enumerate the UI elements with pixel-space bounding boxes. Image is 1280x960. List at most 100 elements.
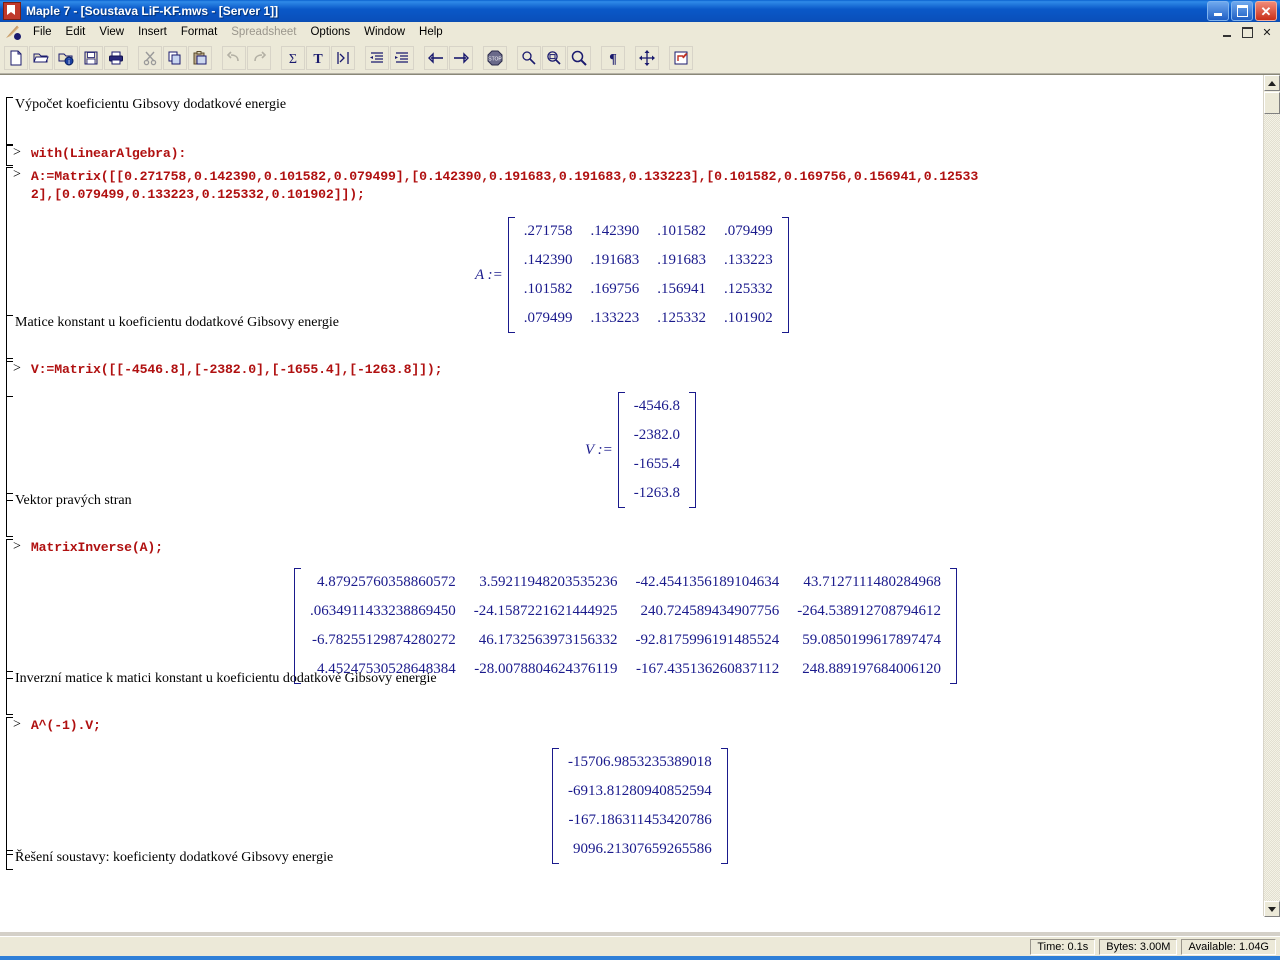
matrix-left-bracket (617, 392, 625, 508)
svg-text:Σ: Σ (289, 52, 297, 66)
menu-format[interactable]: Format (174, 24, 224, 40)
cell: -167.186311453420786 (568, 812, 712, 828)
cell: -1263.8 (633, 485, 681, 501)
execute-prompt-icon[interactable] (331, 45, 355, 70)
toolbar-separator (474, 46, 483, 70)
horizontal-scroll-strip[interactable] (0, 916, 1264, 932)
cell: 4.87925760358860572 (316, 574, 456, 590)
table-row: .101582 .169756 .156941 .125332 (515, 275, 782, 304)
matrix-right-bracket (781, 217, 789, 333)
scroll-down-button[interactable] (1264, 901, 1280, 917)
new-document-icon[interactable] (4, 45, 28, 70)
table-row: .271758 .142390 .101582 .079499 (515, 217, 782, 246)
zoom-out-icon[interactable] (517, 45, 541, 70)
close-icon: ✕ (1260, 3, 1272, 19)
cell: .142390 (590, 223, 640, 239)
toolbar-separator (415, 46, 424, 70)
stop-icon[interactable]: STOP (483, 45, 507, 70)
input-line-matrix-a-2[interactable]: 2],[0.079499,0.133223,0.125332,0.101902]… (31, 187, 365, 202)
taskbar-strip (0, 956, 1280, 960)
cell: .156941 (657, 281, 707, 297)
save-icon[interactable] (79, 45, 103, 70)
menu-options[interactable]: Options (303, 24, 357, 40)
text-reseni-soustavy: Řešení soustavy: koeficienty dodatkové G… (15, 850, 334, 865)
show-paragraph-marks-icon[interactable]: ¶ (601, 45, 625, 70)
document-window-controls: ✕ (1220, 25, 1274, 39)
menu-edit[interactable]: Edit (59, 24, 93, 40)
cell: .079499 (523, 310, 573, 326)
input-line-with-linearalgebra[interactable]: with(LinearAlgebra): (31, 145, 186, 162)
input-prompt: > (13, 539, 21, 554)
back-arrow-icon[interactable] (424, 45, 448, 70)
cell: 43.7127111480284968 (803, 574, 941, 590)
text-matice-konstant: Matice konstant u koeficientu dodatkové … (15, 315, 339, 330)
toolbar-separator (508, 46, 517, 70)
sigma-math-input-icon[interactable]: Σ (281, 45, 305, 70)
matrix-v-label: V := (585, 441, 613, 458)
toolbar-separator (626, 46, 635, 70)
table-row: -1263.8 (625, 479, 689, 508)
menu-view[interactable]: View (92, 24, 131, 40)
scrollbar-track[interactable] (1264, 114, 1280, 901)
title-bar: Maple 7 - [Soustava LiF-KF.mws - [Server… (0, 0, 1280, 23)
window-controls: ✕ (1207, 1, 1277, 21)
input-line-matrix-a-1[interactable]: A:=Matrix([[0.271758,0.142390,0.101582,0… (31, 169, 978, 184)
menu-spreadsheet: Spreadsheet (231, 26, 297, 38)
cell: .133223 (590, 310, 640, 326)
copy-icon[interactable] (163, 45, 187, 70)
move-resize-icon[interactable] (635, 45, 659, 70)
input-line-matrixinverse[interactable]: MatrixInverse(A); (31, 539, 163, 556)
document-restore-button[interactable] (1240, 25, 1254, 39)
unindent-icon[interactable] (365, 45, 389, 70)
solution-vector-table: -15706.9853235389018 -6913.8128094085259… (559, 748, 721, 864)
export-icon[interactable] (669, 45, 693, 70)
redo-icon (247, 45, 271, 70)
indent-icon[interactable] (390, 45, 414, 70)
cell: .125332 (657, 310, 707, 326)
document-area: Výpočet koeficientu Gibsovy dodatkové en… (0, 74, 1280, 932)
table-row: -2382.0 (625, 421, 689, 450)
toolbar-separator (356, 46, 365, 70)
menu-help[interactable]: Help (412, 24, 450, 40)
menu-window[interactable]: Window (357, 24, 412, 40)
cell: -15706.9853235389018 (568, 754, 712, 770)
table-row: -1655.4 (625, 450, 689, 479)
scrollbar-thumb[interactable] (1264, 92, 1280, 114)
minimize-button[interactable] (1207, 1, 1229, 21)
input-prompt: > (13, 717, 21, 732)
table-row: .0634911433238869450 -24.158722162144492… (301, 597, 950, 626)
paste-icon[interactable] (188, 45, 212, 70)
cell: -2382.0 (633, 427, 681, 443)
cell: -6.78255129874280272 (311, 632, 456, 648)
vertical-scrollbar[interactable] (1263, 75, 1280, 917)
input-prompt: > (13, 145, 21, 160)
cut-icon[interactable] (138, 45, 162, 70)
zoom-fit-icon[interactable] (542, 45, 566, 70)
scroll-up-button[interactable] (1264, 75, 1280, 91)
input-line-solve[interactable]: A^(-1).V; (31, 717, 101, 734)
matrix-right-bracket (949, 568, 957, 684)
text-input-icon[interactable]: T (306, 45, 330, 70)
maximize-button[interactable] (1231, 1, 1253, 21)
matrix-v-table: -4546.8 -2382.0 -1655.4 -1263.8 (625, 392, 689, 508)
open-document-icon[interactable] (29, 45, 53, 70)
cell: 3.59211948203535236 (479, 574, 618, 590)
document-close-button[interactable]: ✕ (1260, 25, 1274, 39)
menu-file[interactable]: File (26, 24, 59, 40)
menu-insert[interactable]: Insert (131, 24, 174, 40)
cell: .142390 (523, 252, 573, 268)
document-minimize-button[interactable] (1220, 25, 1234, 39)
status-bytes: Bytes: 3.00M (1099, 938, 1178, 955)
input-line-matrix-v[interactable]: V:=Matrix([[-4546.8],[-2382.0],[-1655.4]… (31, 361, 443, 378)
matrix-right-bracket (720, 748, 728, 864)
output-solution-vector: -15706.9853235389018 -6913.8128094085259… (552, 748, 728, 864)
input-prompt: > (13, 361, 21, 376)
cell: -42.4541356189104634 (635, 574, 780, 590)
cell: .271758 (523, 223, 573, 239)
forward-arrow-icon[interactable] (449, 45, 473, 70)
print-icon[interactable] (104, 45, 128, 70)
open-url-icon[interactable]: i (54, 45, 78, 70)
zoom-in-icon[interactable] (567, 45, 591, 70)
close-button[interactable]: ✕ (1255, 1, 1277, 21)
worksheet-canvas[interactable]: Výpočet koeficientu Gibsovy dodatkové en… (0, 75, 1264, 917)
